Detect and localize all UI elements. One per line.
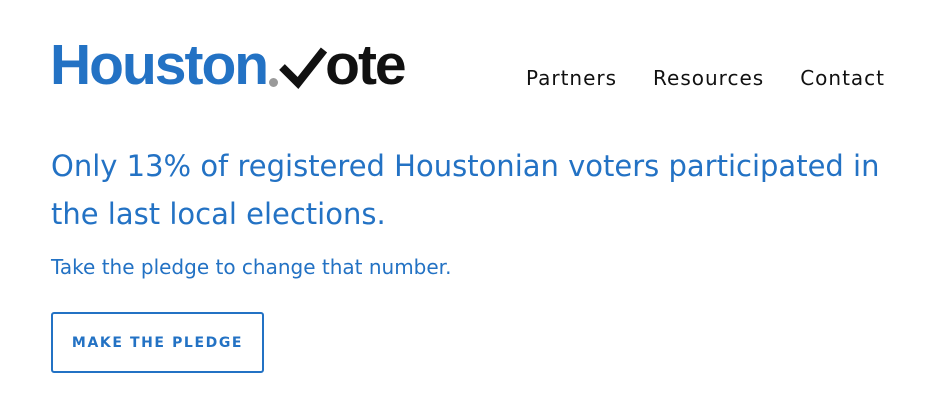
hero-subhead: Take the pledge to change that number.	[51, 255, 452, 279]
nav-partners[interactable]: Partners	[526, 66, 617, 90]
site-logo[interactable]: Houston ote	[50, 33, 407, 97]
make-pledge-button[interactable]: MAKE THE PLEDGE	[51, 312, 264, 373]
nav-resources[interactable]: Resources	[653, 66, 764, 90]
dot-icon	[269, 78, 279, 87]
nav-contact[interactable]: Contact	[800, 66, 885, 90]
logo-vote-text: ote	[325, 33, 406, 97]
main-nav: Partners Resources Contact	[526, 66, 885, 90]
checkmark-icon	[279, 47, 328, 90]
hero-headline: Only 13% of registered Houstonian voters…	[51, 149, 880, 231]
logo-houston-text: Houston	[50, 33, 269, 97]
